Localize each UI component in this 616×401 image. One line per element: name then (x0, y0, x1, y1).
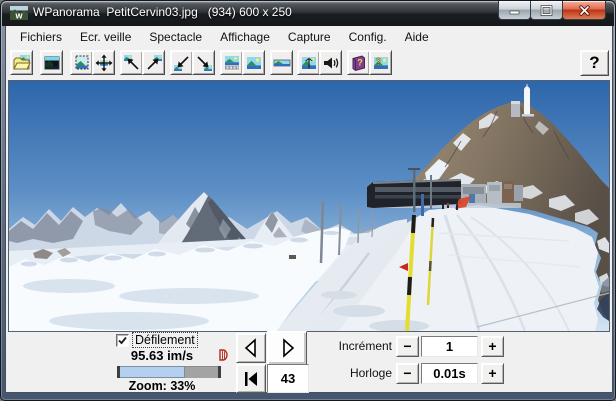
svg-text:?: ? (357, 57, 363, 67)
menu-config[interactable]: Config. (340, 27, 396, 47)
minimize-button[interactable] (498, 1, 531, 20)
increment-value-display: 1 (421, 336, 478, 357)
speed-value: 95.63 im/s (130, 348, 194, 363)
toolbar-full-image-button[interactable] (242, 50, 265, 75)
arrow-up-right-image-icon (146, 54, 162, 70)
toolbar-scroll-down-right-button[interactable] (192, 50, 215, 75)
arrow-up-left-image-icon (123, 54, 139, 70)
toolbar-windowed-mode-button[interactable] (70, 50, 93, 75)
wpanorama-window: w WPanorama PetitCervin03.jpg (934) 600 … (0, 0, 616, 401)
scroll-right-button[interactable] (267, 331, 307, 365)
increment-minus-button[interactable]: − (396, 336, 419, 357)
menu-capture[interactable]: Capture (279, 27, 340, 47)
svg-text:w: w (14, 11, 23, 21)
scroll-progress-fill (120, 366, 185, 378)
toolbar-screensaver-button[interactable] (40, 50, 63, 75)
menu-aide[interactable]: Aide (396, 27, 438, 47)
minimize-icon (509, 10, 520, 14)
image-with-mast-icon (301, 56, 316, 69)
dark-screensaver-image-icon (44, 56, 59, 69)
toolbar-scroll-up-left-button[interactable] (120, 50, 143, 75)
defilement-label[interactable]: Défilement (132, 332, 198, 348)
client-area: Fichiers Ecr. veille Spectacle Affichage… (5, 26, 613, 393)
image-with-filmstrip-icon (224, 55, 239, 69)
right-triangle-icon (283, 338, 295, 358)
svg-text:?: ? (375, 57, 381, 68)
toolbar-panorama-strip-button[interactable] (270, 50, 293, 75)
toolbar-scroll-down-left-button[interactable] (170, 50, 193, 75)
menu-ecr-veille[interactable]: Ecr. veille (71, 27, 140, 47)
defilement-row: Défilement (116, 332, 198, 348)
defilement-checkbox[interactable] (116, 333, 129, 347)
first-frame-button[interactable] (236, 364, 266, 393)
maximize-button[interactable] (530, 1, 563, 20)
scroll-left-button[interactable] (236, 333, 266, 363)
horloge-plus-button[interactable]: + (481, 363, 504, 384)
zoom-label: Zoom: 33% (128, 379, 196, 393)
scroll-position-bar[interactable] (117, 366, 221, 378)
help-book-icon: ? (352, 54, 365, 71)
menu-spectacle[interactable]: Spectacle (140, 27, 211, 47)
window-title: WPanorama PetitCervin03.jpg (934) 600 x … (33, 5, 292, 19)
toolbar-scroll-up-right-button[interactable] (142, 50, 165, 75)
menu-affichage[interactable]: Affichage (211, 27, 279, 47)
close-icon (578, 4, 590, 16)
horloge-label: Horloge (349, 366, 392, 380)
skip-to-start-icon (245, 371, 257, 386)
scroll-direction-indicator-icon (219, 349, 228, 361)
open-folder-image-icon (12, 54, 31, 69)
menu-fichiers[interactable]: Fichiers (11, 27, 71, 47)
four-direction-arrows-icon (95, 54, 112, 71)
toolbar-image-mast-button[interactable] (297, 50, 320, 75)
toolbar: ? ? ? (6, 47, 612, 79)
arrow-down-left-image-icon (173, 55, 189, 71)
panorama-image (9, 81, 609, 331)
toolbar-open-panorama-button[interactable] (10, 50, 33, 75)
panorama-viewport[interactable] (8, 80, 610, 332)
increment-plus-button[interactable]: + (481, 336, 504, 357)
frame-number-display: 43 (267, 364, 309, 393)
checkmark-icon (118, 336, 127, 344)
menu-bar: Fichiers Ecr. veille Spectacle Affichage… (6, 26, 612, 47)
increment-label: Incrément (338, 339, 392, 353)
help-button[interactable]: ? (580, 50, 609, 76)
toolbar-filmstrip-view-button[interactable] (220, 50, 243, 75)
maximize-icon (540, 4, 553, 16)
toolbar-about-image-button[interactable]: ? (369, 50, 392, 75)
thin-panorama-strip-icon (273, 59, 290, 66)
toolbar-sound-button[interactable] (319, 50, 342, 75)
horloge-minus-button[interactable]: − (396, 363, 419, 384)
image-question-icon: ? (373, 56, 388, 69)
toolbar-help-contents-button[interactable]: ? (347, 50, 370, 75)
title-bar[interactable]: w WPanorama PetitCervin03.jpg (934) 600 … (2, 1, 614, 26)
dashed-frame-image-icon (75, 55, 88, 69)
toolbar-pan-all-directions-button[interactable] (92, 50, 115, 75)
app-logo-icon: w (10, 6, 28, 20)
close-button[interactable] (562, 1, 606, 20)
left-triangle-icon (244, 338, 256, 358)
landscape-image-icon (246, 56, 261, 69)
horloge-value-display: 0.01s (421, 363, 478, 384)
speaker-icon (323, 57, 338, 68)
arrow-down-right-image-icon (196, 55, 212, 71)
